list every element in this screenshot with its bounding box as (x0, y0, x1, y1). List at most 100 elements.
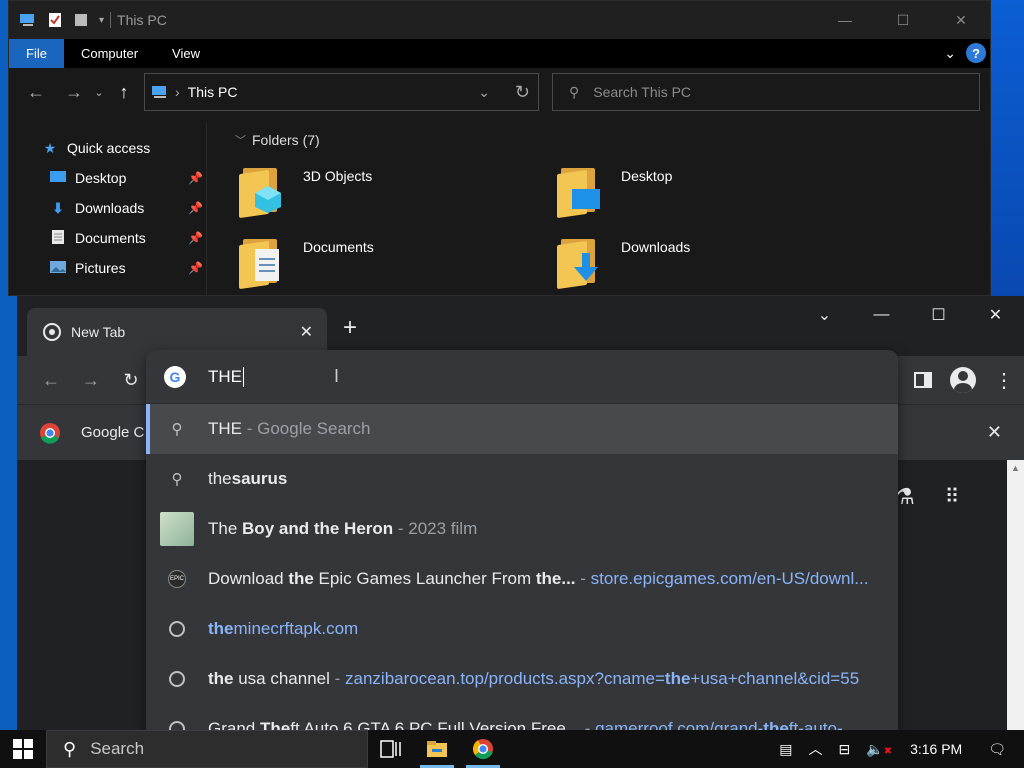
explorer-close-button[interactable]: ✕ (932, 1, 990, 39)
refresh-icon[interactable]: ↻ (515, 82, 530, 103)
globe-icon (146, 721, 208, 730)
chrome-close-button[interactable]: ✕ (967, 296, 1024, 334)
suggestion-text-part: The (259, 719, 291, 730)
pin-icon[interactable]: 📌 (188, 201, 203, 215)
address-bar[interactable]: › This PC ⌄ ↻ (144, 73, 539, 111)
folder-documents-icon (239, 233, 293, 290)
folders-group-label: Folders (7) (252, 132, 320, 148)
explorer-title-bar[interactable]: ▾ This PC — ☐ ✕ (9, 1, 990, 39)
apps-grid-icon[interactable]: ⠿ (945, 484, 960, 510)
this-pc-icon (152, 86, 166, 98)
tab-search-button[interactable]: ⌄ (796, 296, 853, 334)
forward-button[interactable]: → (71, 370, 111, 391)
profile-avatar-icon[interactable] (950, 367, 976, 393)
new-folder-icon[interactable] (73, 12, 89, 28)
desktop-icon (49, 170, 67, 187)
omnibox-suggestion[interactable]: ⚲ THE - Google Search (146, 404, 898, 454)
file-explorer-icon (427, 741, 447, 757)
folder-3d-objects-icon (239, 162, 293, 219)
ribbon-tab-computer[interactable]: Computer (64, 39, 155, 68)
nav-item-downloads[interactable]: ⬇ Downloads 📌 (9, 193, 209, 223)
chrome-maximize-button[interactable]: ☐ (910, 296, 967, 334)
news-widget-icon[interactable]: ▤ (771, 741, 800, 758)
reload-button[interactable]: ↻ (111, 370, 151, 391)
suggestion-text-part: - Google Search (242, 419, 371, 438)
omnibox-suggestion[interactable]: Grand Theft Auto 6 GTA 6 PC Full Version… (146, 704, 898, 730)
bookmark-google-chrome[interactable]: Google C (81, 424, 144, 441)
suggestion-text: the usa channel - zanzibarocean.top/prod… (208, 669, 859, 689)
taskbar-file-explorer[interactable] (414, 730, 460, 768)
omnibox-suggestion[interactable]: EPIC Download the Epic Games Launcher Fro… (146, 554, 898, 604)
epic-games-icon: EPIC (146, 570, 208, 588)
suggestion-text-part: the... (535, 569, 576, 588)
folder-tile-desktop[interactable]: Desktop (535, 162, 835, 222)
side-panel-icon[interactable] (914, 372, 932, 388)
nav-item-pictures[interactable]: Pictures 📌 (9, 253, 209, 283)
new-tab-button[interactable]: + (343, 314, 357, 342)
nav-item-desktop[interactable]: Desktop 📌 (9, 163, 209, 193)
chrome-logo-icon[interactable] (39, 422, 61, 444)
breadcrumb-this-pc[interactable]: This PC (188, 84, 238, 100)
omnibox-suggestion[interactable]: theminecrftapk.com (146, 604, 898, 654)
address-dropdown-icon[interactable]: ⌄ (478, 84, 490, 101)
tab-new-tab[interactable]: New Tab ✕ (27, 308, 327, 356)
network-icon[interactable]: ⊟ (831, 741, 859, 758)
customize-toolbar-icon[interactable]: ▾ (99, 15, 104, 26)
notifications-icon[interactable]: 🗨 (980, 741, 1024, 758)
folders-group-header[interactable]: ﹀ Folders (7) (217, 123, 987, 148)
suggestion-text-part: Epic Games Launcher From (313, 569, 536, 588)
folder-name: Documents (303, 239, 374, 255)
menu-icon[interactable]: ⋮ (994, 368, 1014, 393)
explorer-search-input[interactable]: ⚲ Search This PC (552, 73, 980, 111)
omnibox-suggestion[interactable]: the usa channel - zanzibarocean.top/prod… (146, 654, 898, 704)
recent-locations-button[interactable]: ⌄ (89, 77, 109, 107)
expand-ribbon-icon[interactable]: ⌄ (944, 45, 956, 62)
taskbar-search-placeholder: Search (90, 739, 145, 758)
suggestion-text-part: the (208, 669, 234, 688)
show-hidden-icons-icon[interactable]: ︿ (801, 739, 831, 759)
suggestion-text: Download the Epic Games Launcher From th… (208, 569, 868, 589)
suggestion-text-part: minecrftapk.com (233, 619, 359, 638)
close-infobar-icon[interactable]: ✕ (987, 422, 1002, 443)
nav-item-quick-access[interactable]: ★ Quick access (9, 133, 209, 163)
omnibox-input[interactable]: G THE I (146, 350, 898, 404)
explorer-maximize-button[interactable]: ☐ (874, 1, 932, 39)
taskbar-search-input[interactable]: ⚲ Search (46, 730, 368, 768)
address-row: ← → ⌄ ↑ › This PC ⌄ ↻ ⚲ Search This PC (9, 68, 990, 116)
chrome-minimize-button[interactable]: — (853, 296, 910, 334)
up-button[interactable]: ↑ (109, 77, 139, 107)
chrome-icon (472, 739, 493, 760)
close-tab-icon[interactable]: ✕ (300, 322, 313, 342)
ribbon-tab-file[interactable]: File (9, 39, 64, 68)
clock[interactable]: 3:16 PM (900, 741, 980, 757)
nav-item-documents[interactable]: Documents 📌 (9, 223, 209, 253)
properties-icon[interactable] (47, 12, 63, 28)
volume-muted-icon[interactable]: 🔈✖ (858, 741, 900, 758)
pin-icon[interactable]: 📌 (188, 261, 203, 275)
nav-label: Pictures (75, 260, 126, 276)
back-button[interactable]: ← (21, 77, 51, 107)
folder-tile-3d-objects[interactable]: 3D Objects (217, 162, 517, 222)
start-button[interactable] (0, 730, 46, 768)
explorer-search-placeholder: Search This PC (593, 84, 692, 100)
folder-name: Downloads (621, 239, 691, 255)
help-icon[interactable]: ? (966, 43, 986, 63)
pin-icon[interactable]: 📌 (188, 171, 203, 185)
folder-tile-documents[interactable]: Documents (217, 233, 517, 293)
task-view-button[interactable] (368, 730, 414, 768)
folder-tile-downloads[interactable]: Downloads (535, 233, 835, 293)
scroll-up-arrow-icon[interactable]: ▲ (1007, 460, 1024, 473)
chrome-icon (43, 323, 61, 341)
suggestion-text-part: the (208, 469, 232, 488)
suggestion-text-part: Grand (208, 719, 260, 730)
omnibox-suggestion[interactable]: ⚲ thesaurus (146, 454, 898, 504)
forward-button[interactable]: → (59, 77, 89, 107)
explorer-minimize-button[interactable]: — (816, 1, 874, 39)
pin-icon[interactable]: 📌 (188, 231, 203, 245)
page-scrollbar[interactable]: ▲ (1007, 460, 1024, 730)
ribbon-tab-view[interactable]: View (155, 39, 217, 68)
back-button[interactable]: ← (31, 370, 71, 391)
omnibox-suggestion[interactable]: The Boy and the Heron - 2023 film (146, 504, 898, 554)
suggestion-text-part: gamerroof.com/grand- (595, 719, 764, 730)
taskbar-chrome[interactable] (460, 730, 506, 768)
